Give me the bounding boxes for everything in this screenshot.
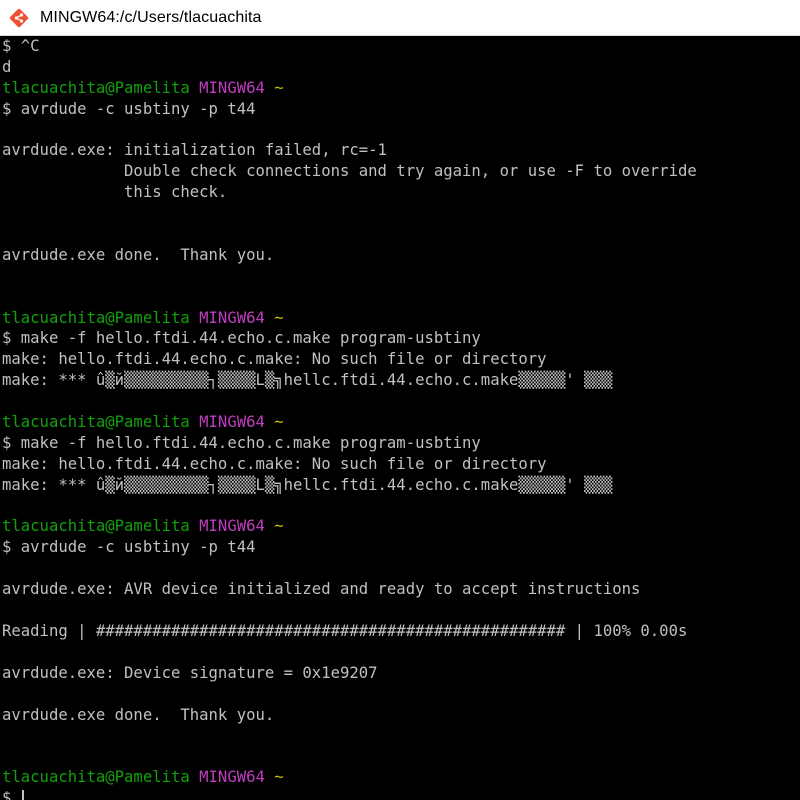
terminal-text-segment: $ avrdude -c usbtiny -p t44 — [2, 538, 256, 557]
terminal-line: $ — [0, 788, 800, 800]
terminal-line: make: hello.ftdi.44.echo.c.make: No such… — [0, 349, 800, 370]
text-cursor — [21, 790, 24, 800]
terminal-text-segment: tlacuachita@Pamelita — [2, 413, 190, 432]
terminal-text-segment: $ ^C — [2, 37, 40, 55]
terminal-text-segment: MINGW64 — [199, 308, 265, 327]
terminal-output[interactable]: $ ^C d tlacuachita@Pamelita MINGW64 ~ $ avr… — [0, 36, 800, 800]
terminal-line: avrdude.exe done. Thank you. — [0, 245, 800, 266]
terminal-line: avrdude.exe: AVR device initialized and … — [0, 579, 800, 600]
terminal-text-segment: ~ — [274, 768, 284, 787]
terminal-text-segment: MINGW64 — [199, 768, 265, 787]
window-title: MINGW64:/c/Users/tlacuachita — [40, 8, 262, 26]
terminal-line: tlacuachita@Pamelita MINGW64 ~ — [0, 412, 800, 433]
terminal-line: Double check connections and try again, … — [0, 161, 800, 182]
terminal-line: $ make -f hello.ftdi.44.echo.c.make prog… — [0, 433, 800, 454]
terminal-line: Reading | ##############################… — [0, 621, 800, 642]
terminal-text-segment: ~ — [274, 517, 284, 536]
terminal-line: avrdude.exe: Device signature = 0x1e9207 — [0, 663, 800, 684]
git-bash-icon — [9, 8, 29, 27]
terminal-text-segment: avrdude.exe: initialization failed, rc=-… — [2, 141, 387, 160]
terminal-text-segment: this check. — [2, 183, 228, 202]
terminal-text-segment: MINGW64 — [199, 517, 265, 536]
terminal-text-segment: $ make -f hello.ftdi.44.echo.c.make prog… — [2, 433, 481, 452]
terminal-line: $ ^C — [0, 36, 800, 57]
terminal-text-segment: tlacuachita@Pamelita — [2, 308, 190, 327]
terminal-line: this check. — [0, 182, 800, 203]
terminal-line: d — [0, 57, 800, 78]
terminal-line: tlacuachita@Pamelita MINGW64 ~ — [0, 78, 800, 99]
terminal-text-segment: ~ — [274, 308, 284, 327]
terminal-text-segment: avrdude.exe: Device signature = 0x1e9207 — [2, 663, 378, 682]
terminal-text-segment: tlacuachita@Pamelita — [2, 78, 190, 97]
terminal-text-segment: Reading | ##############################… — [2, 621, 688, 640]
terminal-text-segment: ~ — [274, 78, 284, 97]
terminal-line: tlacuachita@Pamelita MINGW64 ~ — [0, 308, 800, 329]
terminal-line: make: *** û▒й▒▒▒▒▒▒▒▒▒┐▒▒▒▒L▒╗hellc.ftdi… — [0, 370, 800, 391]
terminal-text-segment: $ make -f hello.ftdi.44.echo.c.make prog… — [2, 329, 481, 348]
terminal-text-segment: make: hello.ftdi.44.echo.c.make: No such… — [2, 454, 547, 473]
terminal-line: $ make -f hello.ftdi.44.echo.c.make prog… — [0, 328, 800, 349]
terminal-line: avrdude.exe: initialization failed, rc=-… — [0, 140, 800, 161]
terminal-text-segment: tlacuachita@Pamelita — [2, 768, 190, 787]
terminal-text-segment: Double check connections and try again, … — [2, 162, 697, 181]
terminal-text-segment: make: *** û▒й▒▒▒▒▒▒▒▒▒┐▒▒▒▒L▒╗hellc.ftdi… — [2, 371, 613, 390]
terminal-line: make: *** û▒й▒▒▒▒▒▒▒▒▒┐▒▒▒▒L▒╗hellc.ftdi… — [0, 475, 800, 496]
terminal-text-segment: avrdude.exe done. Thank you. — [2, 705, 275, 724]
terminal-line: avrdude.exe done. Thank you. — [0, 705, 800, 726]
terminal-text-segment: make: *** û▒й▒▒▒▒▒▒▒▒▒┐▒▒▒▒L▒╗hellc.ftdi… — [2, 475, 613, 494]
terminal-line: tlacuachita@Pamelita MINGW64 ~ — [0, 767, 800, 788]
terminal-text-segment: MINGW64 — [199, 78, 265, 97]
terminal-line: $ avrdude -c usbtiny -p t44 — [0, 537, 800, 558]
terminal-line: make: hello.ftdi.44.echo.c.make: No such… — [0, 454, 800, 475]
terminal-line: tlacuachita@Pamelita MINGW64 ~ — [0, 516, 800, 537]
terminal-text-segment: make: hello.ftdi.44.echo.c.make: No such… — [2, 350, 547, 369]
terminal-window: MINGW64:/c/Users/tlacuachita $ ^C d tlacua… — [0, 0, 800, 800]
title-bar[interactable]: MINGW64:/c/Users/tlacuachita — [0, 0, 800, 36]
terminal-text-segment: ~ — [274, 413, 284, 432]
terminal-text-segment: $ avrdude -c usbtiny -p t44 — [2, 99, 256, 118]
terminal-text-segment: $ — [2, 789, 21, 800]
terminal-text-segment: tlacuachita@Pamelita — [2, 517, 190, 536]
terminal-text-segment: avrdude.exe done. Thank you. — [2, 245, 275, 264]
terminal-text-segment: MINGW64 — [199, 413, 265, 432]
terminal-text-segment: d — [2, 57, 12, 76]
terminal-text-segment: avrdude.exe: AVR device initialized and … — [2, 580, 641, 599]
terminal-line: $ avrdude -c usbtiny -p t44 — [0, 99, 800, 120]
